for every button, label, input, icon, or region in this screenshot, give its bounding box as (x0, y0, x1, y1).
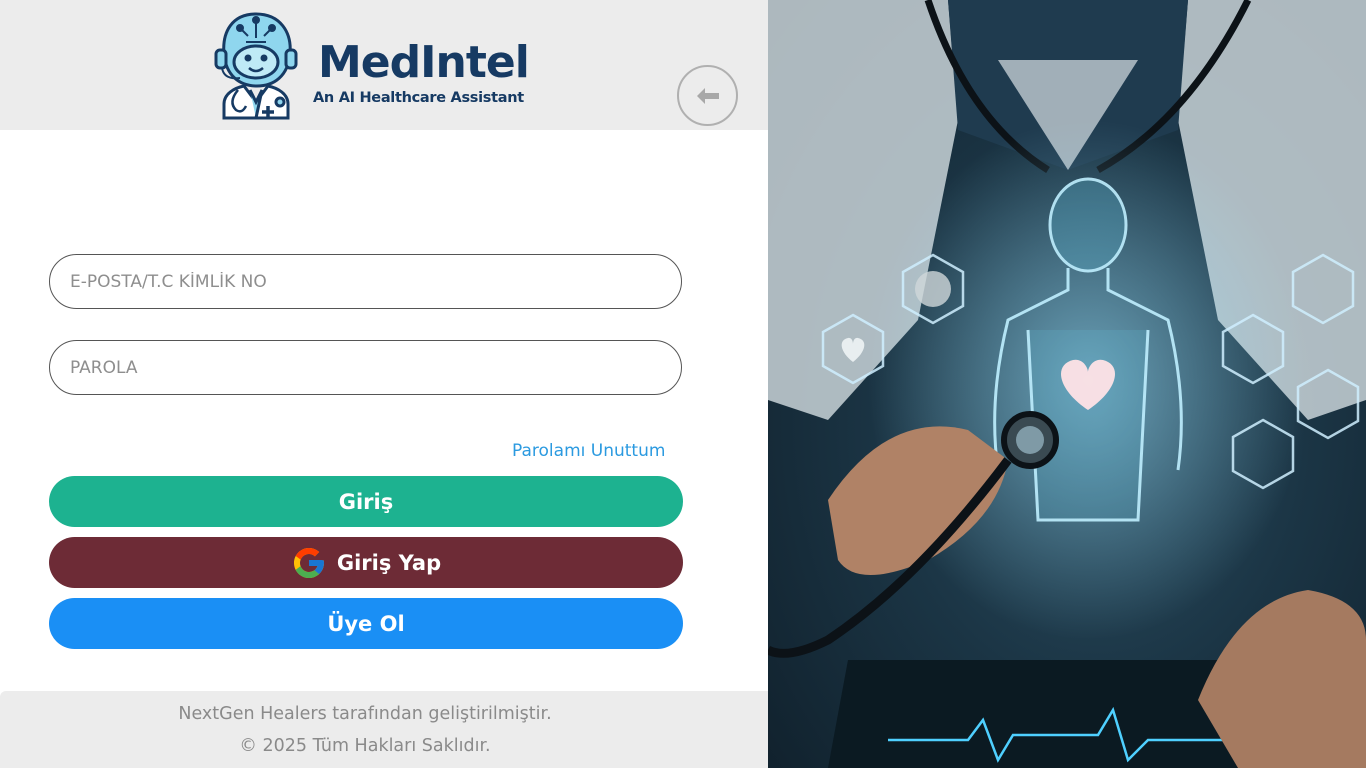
footer-credit: NextGen Healers tarafından geliştirilmiş… (178, 704, 552, 724)
footer-copyright: © 2025 Tüm Hakları Saklıdır. (239, 736, 491, 756)
arrow-left-icon (696, 87, 719, 104)
back-button[interactable] (677, 65, 738, 126)
login-button[interactable]: Giriş (49, 476, 683, 527)
header: MedIntel An AI Healthcare Assistant (0, 0, 768, 130)
brand-title: MedIntel (318, 37, 530, 88)
password-field[interactable] (49, 340, 682, 395)
signup-button[interactable]: Üye Ol (49, 598, 683, 649)
doctor-robot-icon (214, 12, 298, 120)
google-login-button[interactable]: Giriş Yap (49, 537, 683, 588)
email-field[interactable] (49, 254, 682, 309)
doctor-hologram-illustration (768, 0, 1366, 768)
google-icon (291, 545, 327, 581)
login-panel: MedIntel An AI Healthcare Assistant Paro… (0, 0, 768, 768)
forgot-password-link[interactable]: Parolamı Unuttum (512, 440, 665, 462)
login-button-label: Giriş (338, 489, 394, 514)
google-button-label: Giriş Yap (336, 550, 442, 575)
brand-subtitle: An AI Healthcare Assistant (313, 90, 524, 106)
hero-image (768, 0, 1366, 768)
signup-button-label: Üye Ol (327, 611, 405, 636)
footer: NextGen Healers tarafından geliştirilmiş… (0, 691, 768, 768)
